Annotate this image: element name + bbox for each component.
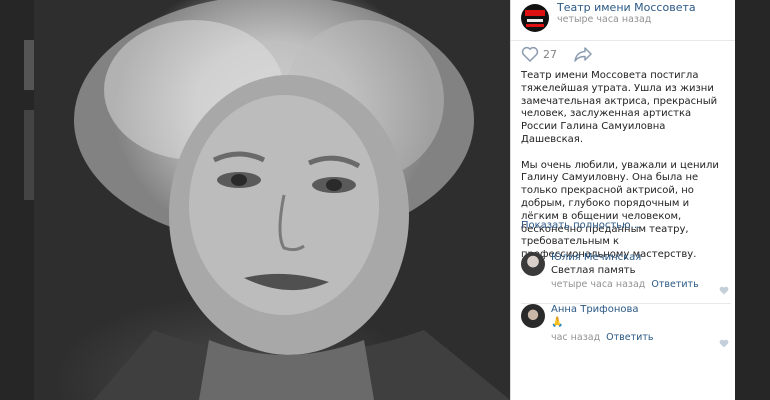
post-paragraph: Мы очень любили, уважали и ценили Галину… bbox=[521, 159, 719, 261]
backdrop-left bbox=[0, 0, 34, 400]
post-text: Театр имени Моссовета постигла тяжелейша… bbox=[521, 70, 729, 275]
post-time[interactable]: четыре часа назад bbox=[557, 14, 651, 25]
comment-author[interactable]: Юлия Мечинская bbox=[551, 252, 641, 263]
heart-icon[interactable] bbox=[521, 46, 539, 66]
comment-time[interactable]: час назад bbox=[551, 332, 600, 343]
small-heart-icon[interactable] bbox=[719, 333, 729, 352]
post-paragraph: Театр имени Моссовета постигла тяжелейша… bbox=[521, 70, 718, 145]
comment-meta: час назад Ответить bbox=[551, 332, 653, 343]
like-count[interactable]: 27 bbox=[543, 48, 557, 61]
reply-button[interactable]: Ответить bbox=[606, 332, 653, 343]
backdrop-right bbox=[734, 0, 770, 400]
avatar[interactable] bbox=[521, 304, 545, 328]
small-heart-icon[interactable] bbox=[719, 280, 729, 299]
comment-author[interactable]: Анна Трифонова bbox=[551, 304, 639, 315]
group-avatar[interactable] bbox=[521, 4, 549, 32]
backdrop-ghost bbox=[24, 110, 34, 200]
comment: Анна Трифонова 🙏 час назад Ответить bbox=[521, 303, 731, 348]
backdrop-ghost bbox=[24, 40, 34, 90]
photo-portrait bbox=[74, 0, 510, 400]
group-name-link[interactable]: Театр имени Моссовета bbox=[557, 1, 696, 14]
post-side-panel: Театр имени Моссовета четыре часа назад … bbox=[510, 0, 735, 400]
show-more-link[interactable]: Показать полностью… bbox=[521, 220, 641, 231]
reply-button[interactable]: Ответить bbox=[651, 279, 698, 290]
comment-time[interactable]: четыре часа назад bbox=[551, 279, 645, 290]
comment-text: 🙏 bbox=[551, 317, 564, 328]
post-photo[interactable] bbox=[34, 0, 510, 400]
comment-text: Светлая память bbox=[551, 265, 636, 276]
avatar[interactable] bbox=[521, 252, 545, 276]
comment-meta: четыре часа назад Ответить bbox=[551, 279, 699, 290]
share-icon[interactable] bbox=[573, 46, 593, 66]
post-header: Театр имени Моссовета четыре часа назад bbox=[511, 0, 735, 41]
